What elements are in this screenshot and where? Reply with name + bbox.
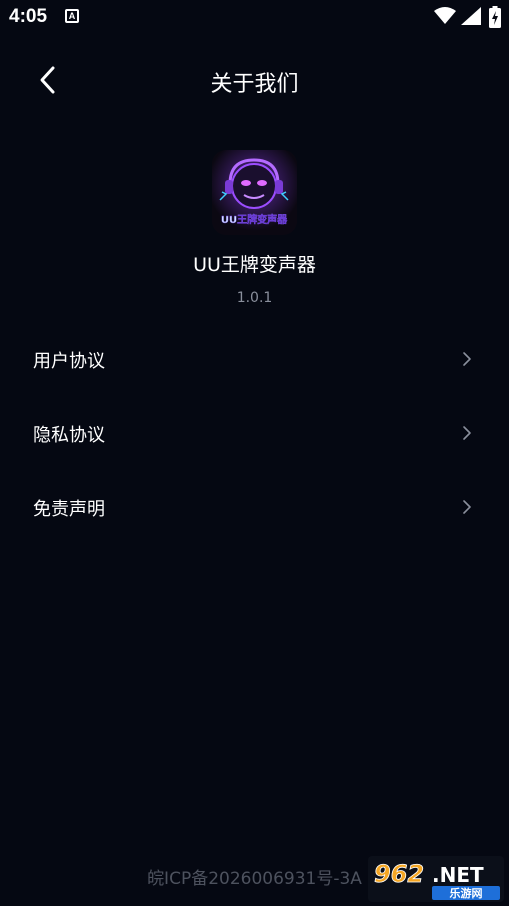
page-title: 关于我们	[210, 72, 299, 97]
menu-item-privacy-agreement[interactable]: 隐私协议	[0, 397, 509, 471]
watermark-number: 962	[374, 860, 424, 888]
signal-icon	[461, 7, 481, 25]
watermark-suffix: .NET	[432, 863, 484, 887]
battery-charging-icon	[489, 6, 501, 28]
menu-item-user-agreement[interactable]: 用户协议	[0, 323, 509, 397]
menu-item-label: 免责声明	[33, 499, 105, 520]
chevron-right-icon	[463, 426, 471, 440]
top-bar: 关于我们	[0, 56, 509, 104]
status-time: 4:05	[9, 6, 48, 27]
menu-item-disclaimer[interactable]: 免责声明	[0, 471, 509, 545]
app-logo: UU王牌变声器	[212, 150, 297, 235]
chevron-right-icon	[463, 500, 471, 514]
watermark-site-name: 乐游网	[450, 886, 483, 900]
menu-item-label: 用户协议	[33, 351, 105, 372]
logo-text: UU王牌变声器	[221, 213, 288, 226]
chevron-right-icon	[463, 352, 471, 366]
notification-a-icon: A	[65, 9, 79, 23]
site-watermark-logo: 962 .NET 乐游网	[368, 856, 504, 902]
menu-list: 用户协议 隐私协议 免责声明	[0, 323, 509, 545]
menu-item-label: 隐私协议	[33, 425, 105, 446]
app-version: 1.0.1	[236, 290, 273, 306]
wifi-icon	[434, 7, 456, 24]
app-name: UU王牌变声器	[193, 254, 316, 276]
status-bar: 4:05 A	[0, 0, 509, 36]
